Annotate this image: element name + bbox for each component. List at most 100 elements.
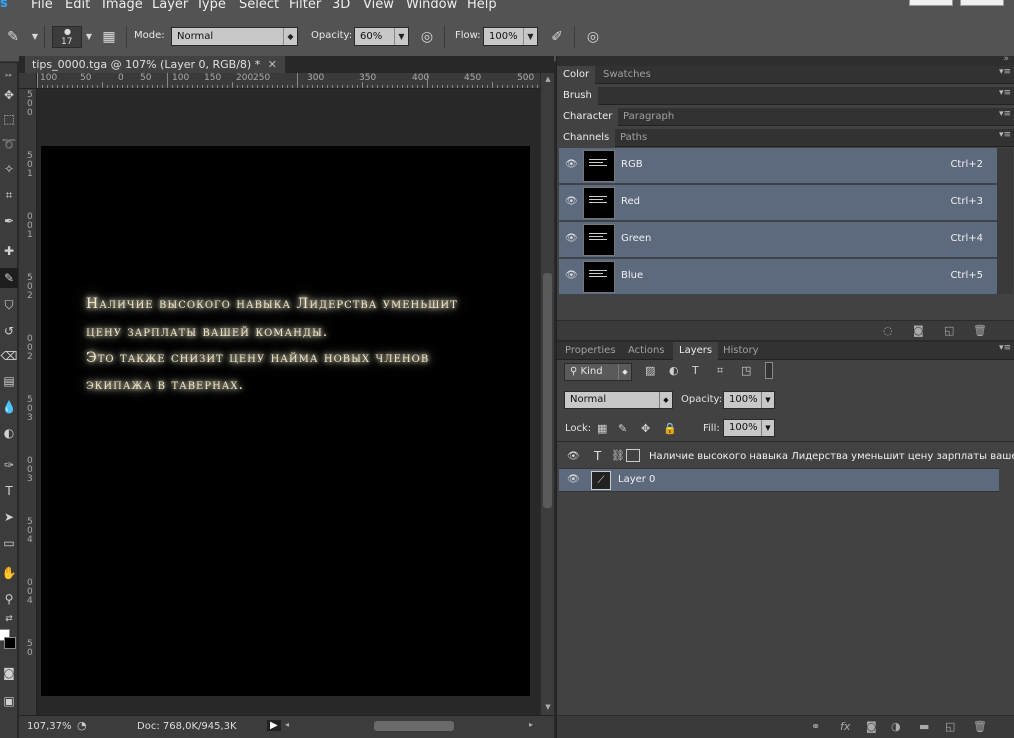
tab-actions[interactable]: Actions (622, 342, 671, 360)
panel-menu-icon[interactable]: ▾≡ (999, 88, 1011, 98)
layer-row[interactable]: 👁 T ⛓ Наличие высокого навыка Лидерства … (559, 446, 1014, 469)
lasso-tool-icon[interactable]: ➰ (0, 134, 18, 154)
dodge-tool-icon[interactable]: ◐ (0, 423, 18, 443)
airbrush-icon[interactable]: ✐ (548, 28, 566, 46)
eraser-tool-icon[interactable]: ⌫ (0, 346, 18, 366)
menu-image[interactable]: Image (102, 0, 143, 12)
brush-tool-icon[interactable]: ✎ (0, 268, 18, 288)
flow-field[interactable]: 100% ▼ (483, 27, 538, 46)
channels-scrollbar[interactable] (997, 148, 1013, 294)
channel-row[interactable]: 👁 Red Ctrl+3 (559, 185, 997, 221)
hand-tool-icon[interactable]: ✋ (0, 563, 18, 583)
history-brush-tool-icon[interactable]: ↺ (0, 321, 18, 341)
opacity-field[interactable]: 60% ▼ (354, 27, 409, 46)
close-icon[interactable]: ✕ (268, 58, 277, 71)
scrollbar-thumb[interactable] (543, 273, 552, 508)
visibility-eye-icon[interactable]: 👁 (567, 474, 580, 485)
panel-menu-icon[interactable]: ▾≡ (999, 67, 1011, 77)
tab-character[interactable]: Character (557, 108, 619, 126)
rectangle-tool-icon[interactable]: ▭ (0, 533, 18, 553)
channel-row[interactable]: 👁 Blue Ctrl+5 (559, 259, 997, 295)
menu-view[interactable]: View (363, 0, 394, 12)
lock-transparent-pixels-icon[interactable]: ▦ (597, 422, 607, 435)
zoom-tool-icon[interactable]: ⚲ (0, 589, 18, 609)
tab-channels[interactable]: Channels (557, 129, 616, 147)
menu-file[interactable]: File (31, 0, 53, 12)
tool-preset-dropdown-icon[interactable]: ▼ (26, 28, 44, 46)
quick-mask-icon[interactable]: ◙ (0, 663, 18, 683)
new-channel-icon[interactable]: ◱ (944, 324, 954, 337)
brush-panel-toggle-icon[interactable]: ▦ (100, 28, 118, 46)
load-selection-icon[interactable]: ◌ (883, 324, 893, 337)
pen-tool-icon[interactable]: ✑ (0, 455, 18, 475)
panel-menu-icon[interactable]: ▾≡ (999, 343, 1011, 353)
link-layers-icon[interactable]: ⚭ (811, 720, 820, 733)
channel-row[interactable]: 👁 RGB Ctrl+2 (559, 148, 997, 184)
minimize-button[interactable] (909, 0, 953, 6)
brush-preset-picker[interactable]: ● 17 (52, 26, 82, 48)
maximize-button[interactable] (960, 0, 1004, 6)
panel-menu-icon[interactable]: ▾≡ (999, 130, 1011, 140)
background-color-swatch[interactable] (4, 637, 16, 649)
fx-icon[interactable]: fx (840, 720, 850, 733)
type-tool-icon[interactable]: T (0, 481, 18, 501)
menu-filter[interactable]: Filter (289, 0, 321, 12)
filter-toggle-switch[interactable] (765, 362, 773, 379)
tab-history[interactable]: History (717, 342, 765, 360)
layer-opacity-field[interactable]: 100% ▼ (723, 391, 775, 409)
clone-stamp-tool-icon[interactable]: ⛉ (0, 295, 18, 315)
healing-brush-tool-icon[interactable]: ✚ (0, 241, 18, 261)
blur-tool-icon[interactable]: 💧 (0, 397, 18, 417)
marquee-tool-icon[interactable]: ⬚ (0, 109, 18, 129)
horizontal-scrollbar-thumb[interactable] (374, 721, 454, 731)
pressure-opacity-icon[interactable]: ◎ (418, 28, 436, 46)
mode-select[interactable]: Normal ◆ (171, 27, 298, 46)
panel-menu-icon[interactable]: ▾≡ (999, 109, 1011, 119)
add-mask-icon[interactable]: ◙ (866, 720, 877, 733)
eyedropper-tool-icon[interactable]: ✒ (0, 211, 18, 231)
scroll-left-icon[interactable]: ◂ (285, 720, 289, 729)
document-canvas[interactable]: Наличие высокого навыка Лидерства уменьш… (41, 146, 530, 696)
brush-tool-icon[interactable]: ✎ (4, 28, 22, 46)
visibility-eye-icon[interactable]: 👁 (565, 270, 578, 281)
menu-window[interactable]: Window (406, 0, 457, 12)
tab-paragraph[interactable]: Paragraph (617, 108, 680, 126)
menu-type[interactable]: Type (196, 0, 226, 12)
horizontal-ruler[interactable]: 100 50 0 50 100 150 200 250 300 350 400 … (37, 73, 540, 89)
crop-tool-icon[interactable]: ⌗ (0, 185, 18, 205)
layer-filter-kind-select[interactable]: ⚲ Kind ◆ (564, 363, 632, 381)
new-layer-icon[interactable]: ◱ (945, 720, 955, 733)
menu-layer[interactable]: Layer (152, 0, 188, 12)
visibility-eye-icon[interactable]: 👁 (567, 451, 580, 462)
menu-help[interactable]: Help (467, 0, 497, 12)
filter-smart-object-icon[interactable]: ◳ (741, 364, 751, 377)
filter-adjustment-icon[interactable]: ◐ (669, 364, 679, 377)
save-selection-icon[interactable]: ◙ (913, 324, 924, 337)
layer-row[interactable]: 👁 ⟋ Layer 0 (559, 469, 999, 492)
new-group-icon[interactable]: ▬ (919, 720, 929, 733)
gradient-tool-icon[interactable]: ▤ (0, 371, 18, 391)
filter-shape-icon[interactable]: ⌗ (717, 364, 723, 378)
status-menu-arrow-icon[interactable]: ▶ (267, 720, 281, 731)
adjustment-layer-icon[interactable]: ◑ (891, 720, 901, 733)
brush-picker-arrow-icon[interactable]: ▼ (80, 28, 98, 46)
channel-row[interactable]: 👁 Green Ctrl+4 (559, 222, 997, 258)
menu-edit[interactable]: Edit (65, 0, 90, 12)
vertical-ruler[interactable]: 50050100150200250300350400450 (19, 89, 37, 715)
vertical-scrollbar[interactable]: ▲ ▼ (540, 73, 554, 715)
dock-collapse-bar[interactable]: » (557, 54, 1014, 66)
visibility-eye-icon[interactable]: 👁 (565, 233, 578, 244)
tab-paths[interactable]: Paths (614, 129, 653, 147)
document-tab[interactable]: tips_0000.tga @ 107% (Layer 0, RGB/8) * … (25, 56, 285, 73)
path-selection-tool-icon[interactable]: ➤ (0, 507, 18, 527)
delete-channel-icon[interactable]: 🗑 (973, 324, 987, 337)
export-icon[interactable]: ◔ (77, 719, 87, 732)
delete-layer-icon[interactable]: 🗑 (973, 720, 987, 733)
quick-selection-tool-icon[interactable]: ✧ (0, 159, 18, 179)
lock-image-pixels-icon[interactable]: ✎ (618, 422, 627, 435)
scroll-up-icon[interactable]: ▲ (541, 75, 555, 83)
swap-colors-icon[interactable]: ⇄ (0, 609, 18, 629)
tab-color[interactable]: Color (557, 66, 596, 84)
scroll-right-icon[interactable]: ▸ (529, 720, 533, 729)
scroll-down-icon[interactable]: ▼ (541, 703, 555, 711)
